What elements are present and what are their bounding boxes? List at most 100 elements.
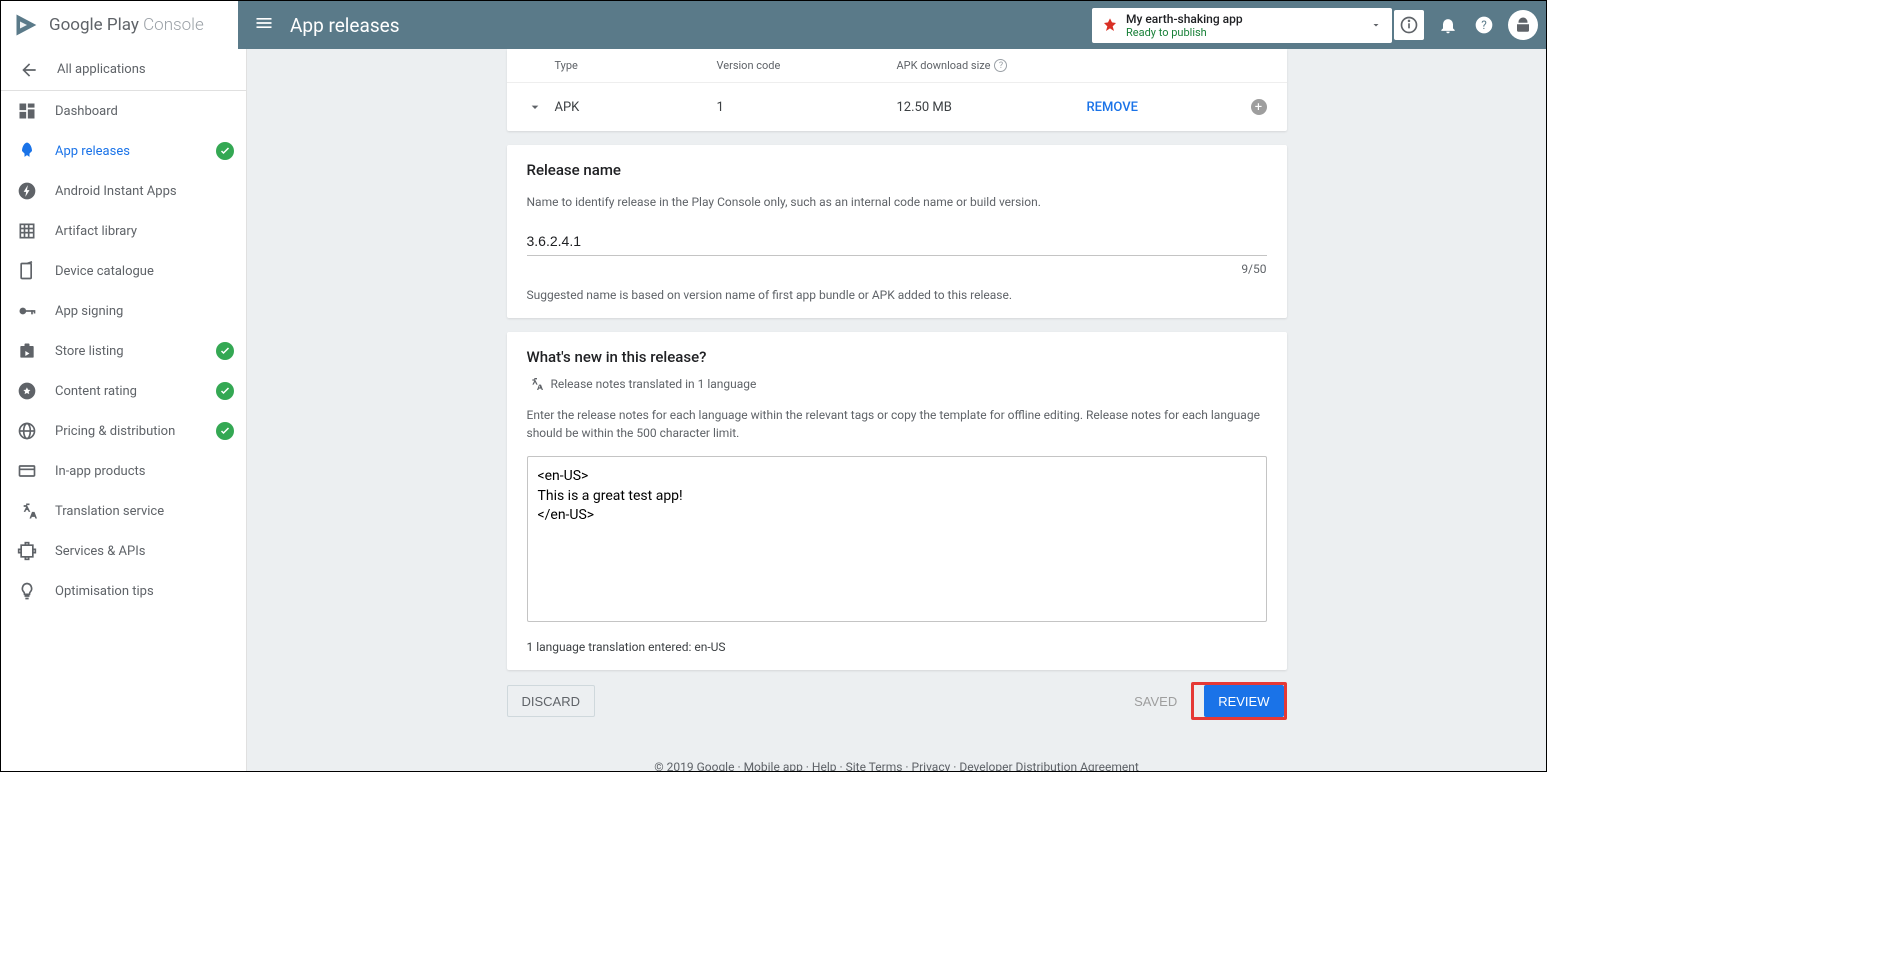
rating-icon [17, 381, 37, 401]
review-button[interactable]: REVIEW [1204, 685, 1283, 717]
add-icon[interactable]: + [1251, 99, 1267, 115]
check-icon [216, 342, 234, 360]
sidebar-item-label: App releases [55, 144, 130, 159]
sidebar-item-artifact-library[interactable]: Artifact library [1, 211, 246, 251]
translation-summary: 1 language translation entered: en-US [527, 640, 1267, 654]
info-icon [1399, 15, 1419, 35]
info-button[interactable] [1394, 10, 1424, 40]
card-icon [17, 461, 37, 481]
android-icon [1514, 16, 1532, 34]
sidebar-item-label: Dashboard [55, 104, 118, 119]
globe-icon [17, 421, 37, 441]
services-icon [17, 541, 37, 561]
action-row: DISCARD SAVED REVIEW [507, 682, 1287, 720]
apk-version-code: 1 [717, 100, 897, 115]
app-selector[interactable]: My earth-shaking app Ready to publish [1092, 8, 1392, 43]
sidebar-item-optimisation-tips[interactable]: Optimisation tips [1, 571, 246, 611]
col-size-header: APK download size? [897, 59, 1087, 72]
help-icon: ? [1474, 15, 1494, 35]
chevron-down-icon [527, 99, 543, 115]
main-content: Type Version code APK download size? APK… [247, 49, 1546, 771]
review-highlight: REVIEW [1191, 682, 1286, 720]
sidebar-item-translation-service[interactable]: Translation service [1, 491, 246, 531]
sidebar-item-label: App signing [55, 304, 123, 319]
app-icon [1102, 17, 1118, 33]
discard-button[interactable]: DISCARD [507, 685, 596, 717]
saved-label: SAVED [1120, 685, 1191, 717]
footer-link-mobile-app[interactable]: Mobile app [744, 760, 803, 771]
sidebar-item-in-app-products[interactable]: In-app products [1, 451, 246, 491]
bulb-icon [17, 581, 37, 601]
sidebar-item-label: Android Instant Apps [55, 184, 177, 199]
footer-link-help[interactable]: Help [812, 760, 837, 771]
col-vc-header: Version code [717, 59, 897, 72]
sidebar-item-device-catalogue[interactable]: Device catalogue [1, 251, 246, 291]
apk-row[interactable]: APK 1 12.50 MB REMOVE + [507, 83, 1287, 131]
sidebar-item-store-listing[interactable]: Store listing [1, 331, 246, 371]
sidebar-item-content-rating[interactable]: Content rating [1, 371, 246, 411]
whats-new-title: What's new in this release? [527, 348, 1267, 366]
notifications-button[interactable] [1430, 7, 1466, 43]
footer: © 2019 Google · Mobile app · Help · Site… [247, 760, 1546, 771]
whats-new-desc: Enter the release notes for each languag… [527, 406, 1267, 442]
bell-icon [1438, 15, 1458, 35]
all-applications-link[interactable]: All applications [1, 49, 246, 91]
account-avatar[interactable] [1508, 10, 1538, 40]
dashboard-icon [17, 101, 37, 121]
selected-app-name: My earth-shaking app [1126, 12, 1370, 26]
bolt-icon [17, 181, 37, 201]
device-icon [17, 261, 37, 281]
key-icon [17, 301, 37, 321]
sidebar-item-label: Device catalogue [55, 264, 154, 279]
sidebar-item-label: Pricing & distribution [55, 424, 175, 439]
sidebar: All applications Dashboard App releases An… [1, 49, 247, 771]
footer-link-developer-distribution-agreement[interactable]: Developer Distribution Agreement [959, 760, 1138, 771]
selected-app-status: Ready to publish [1126, 26, 1370, 39]
apk-card: Type Version code APK download size? APK… [507, 49, 1287, 131]
col-type-header: Type [527, 59, 717, 72]
play-console-logo-icon [13, 11, 41, 39]
help-button[interactable]: ? [1466, 7, 1502, 43]
sidebar-item-services-apis[interactable]: Services & APIs [1, 531, 246, 571]
rocket-icon [17, 141, 37, 161]
translated-row: Release notes translated in 1 language [527, 376, 1267, 392]
sidebar-item-app-releases[interactable]: App releases [1, 131, 246, 171]
sidebar-item-label: Translation service [55, 504, 164, 519]
sidebar-item-label: Services & APIs [55, 544, 145, 559]
release-name-counter: 9/50 [527, 262, 1267, 276]
back-arrow-icon [19, 60, 39, 80]
apk-size: 12.50 MB [897, 100, 1087, 115]
remove-button[interactable]: REMOVE [1087, 100, 1138, 115]
logo-area[interactable]: Google Play Console [1, 1, 238, 49]
store-icon [17, 341, 37, 361]
sidebar-item-label: Artifact library [55, 224, 137, 239]
whats-new-card: What's new in this release? Release note… [507, 332, 1287, 670]
sidebar-item-label: In-app products [55, 464, 145, 479]
logo-text: Google Play Console [49, 15, 204, 35]
release-name-desc: Name to identify release in the Play Con… [527, 193, 1267, 211]
release-name-input[interactable] [527, 227, 1267, 256]
sidebar-item-label: Content rating [55, 384, 137, 399]
footer-link-privacy[interactable]: Privacy [912, 760, 951, 771]
header: Google Play Console App releases My eart… [1, 1, 1546, 49]
dropdown-icon [1370, 19, 1382, 31]
release-notes-textarea[interactable] [527, 456, 1267, 622]
apk-type: APK [555, 100, 580, 115]
sidebar-item-app-signing[interactable]: App signing [1, 291, 246, 331]
sidebar-item-label: Store listing [55, 344, 124, 359]
translated-label: Release notes translated in 1 language [551, 377, 757, 391]
library-icon [17, 221, 37, 241]
release-name-hint: Suggested name is based on version name … [527, 288, 1267, 302]
back-label: All applications [57, 62, 146, 77]
release-name-title: Release name [527, 161, 1267, 179]
menu-icon[interactable] [254, 13, 274, 37]
sidebar-item-pricing-distribution[interactable]: Pricing & distribution [1, 411, 246, 451]
footer-link-site-terms[interactable]: Site Terms [846, 760, 903, 771]
help-icon[interactable]: ? [994, 59, 1007, 72]
sidebar-item-android-instant-apps[interactable]: Android Instant Apps [1, 171, 246, 211]
page-title: App releases [290, 14, 400, 37]
copyright: © 2019 Google [654, 760, 734, 771]
sidebar-item-label: Optimisation tips [55, 584, 154, 599]
translate-icon [527, 376, 543, 392]
sidebar-item-dashboard[interactable]: Dashboard [1, 91, 246, 131]
